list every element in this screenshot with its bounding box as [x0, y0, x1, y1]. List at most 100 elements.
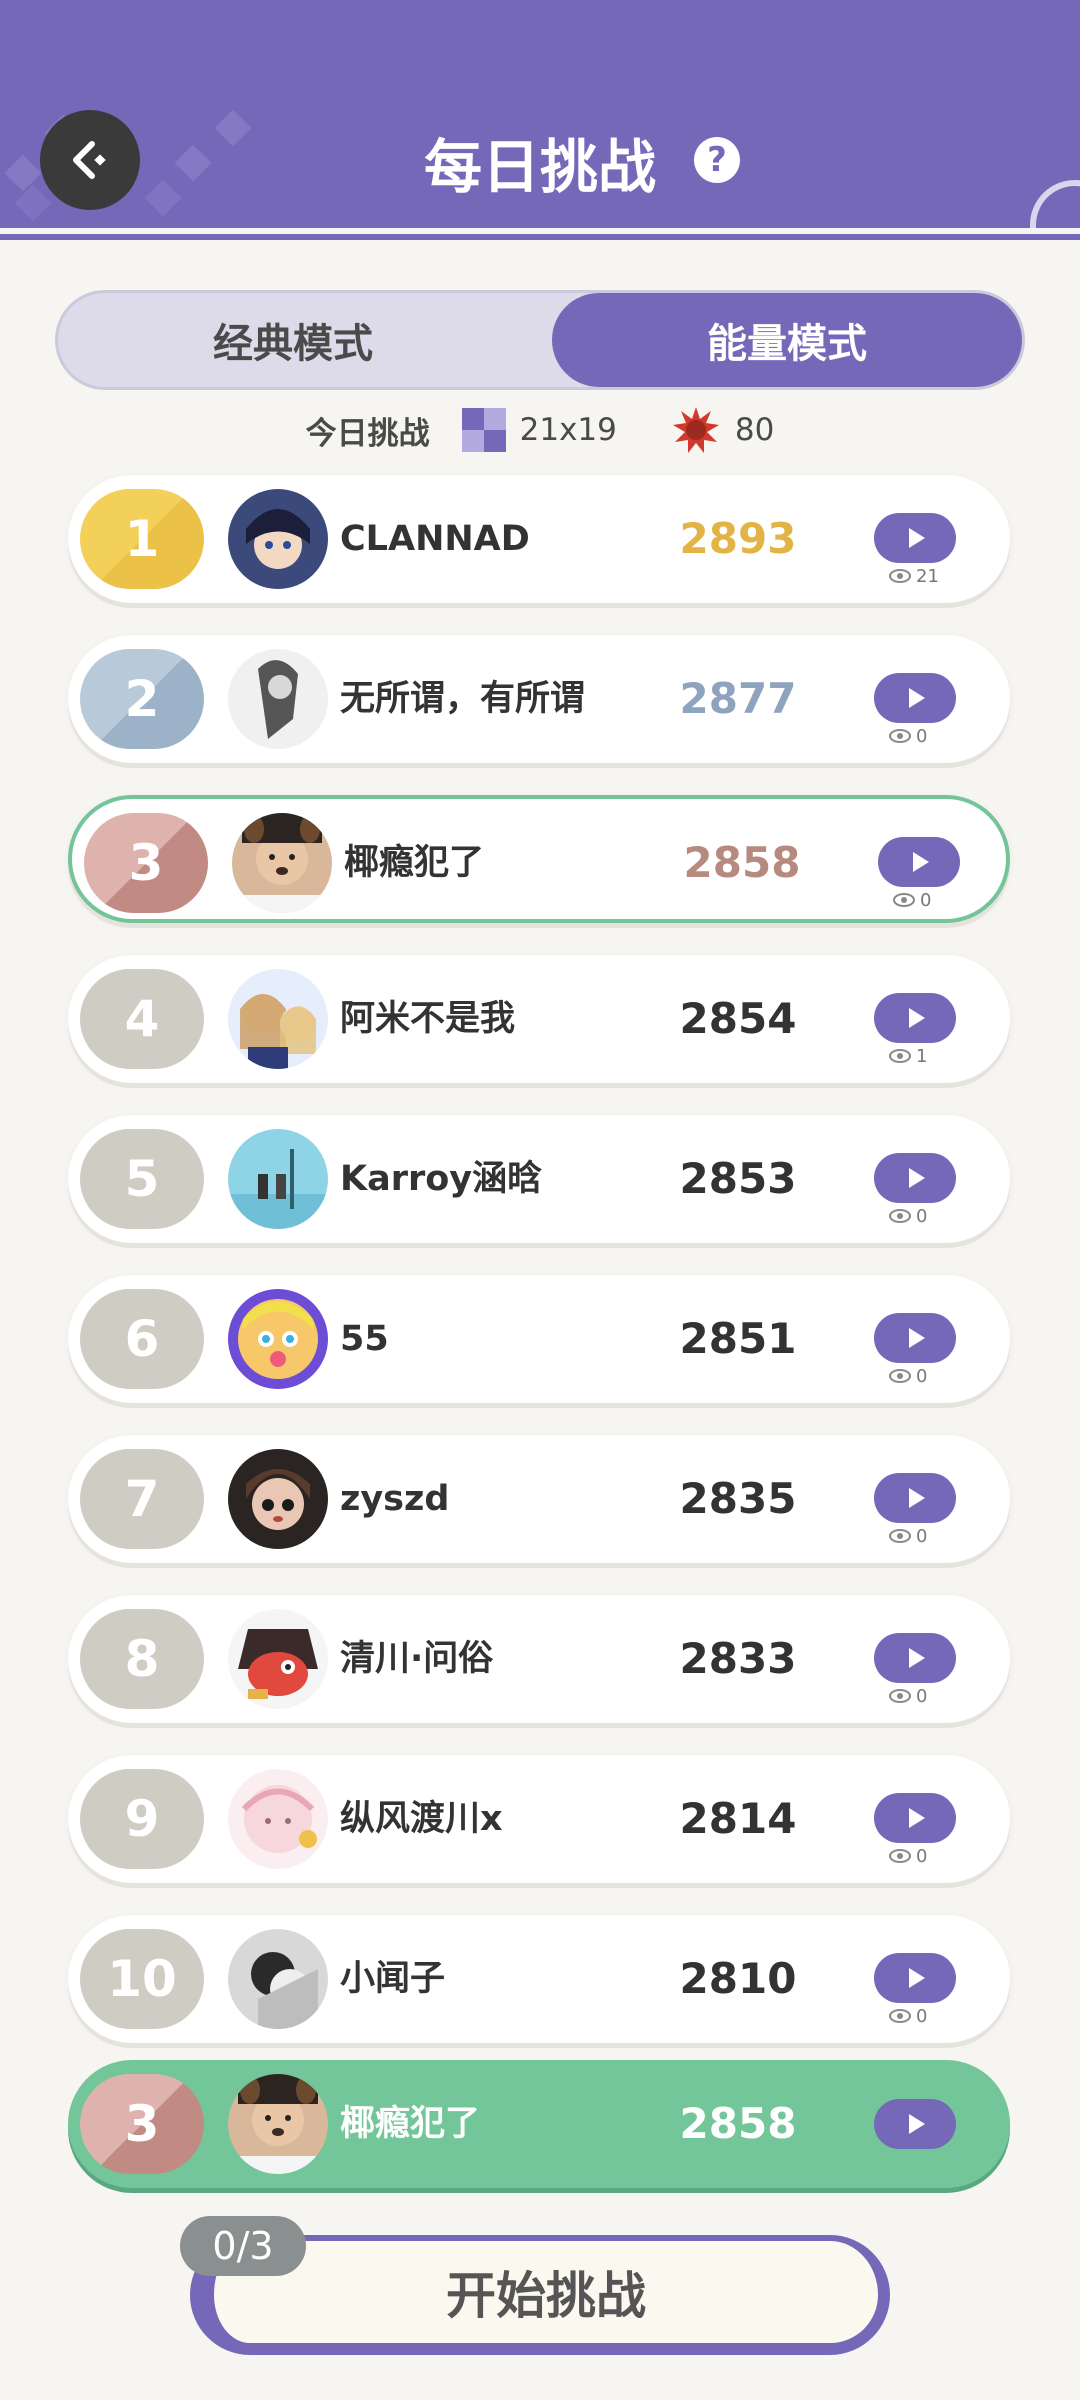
view-count: 0 — [888, 1685, 927, 1707]
player-score: 2814 — [679, 1794, 797, 1843]
view-count-value: 0 — [916, 1525, 928, 1547]
play-icon — [909, 1328, 925, 1348]
rank-badge: 3 — [84, 813, 208, 913]
eye-icon — [889, 1369, 911, 1383]
my-rank-badge: 3 — [80, 2074, 204, 2174]
play-icon — [909, 528, 925, 548]
header-divider — [0, 228, 1080, 246]
rank-badge: 7 — [80, 1449, 204, 1549]
page-title: 每日挑战 — [423, 133, 656, 201]
play-icon — [909, 1488, 925, 1508]
avatar — [228, 2074, 328, 2174]
eye-icon — [889, 729, 911, 743]
tab-energy-mode[interactable]: 能量模式 — [552, 293, 1022, 387]
avatar — [228, 1129, 328, 1229]
today-info: 今日挑战 21x19 80 — [0, 405, 1080, 455]
play-replay-button[interactable] — [874, 1153, 956, 1203]
player-name: CLANNAD — [340, 519, 530, 559]
play-replay-button[interactable] — [874, 1793, 956, 1843]
grid-size-value: 21x19 — [519, 412, 617, 448]
player-score: 2877 — [679, 674, 797, 723]
play-replay-button[interactable] — [874, 1633, 956, 1683]
player-name: 小闻子 — [340, 1959, 446, 1999]
player-name: 椰瘾犯了 — [344, 843, 485, 883]
leaderboard-row[interactable]: 10 小闻子 2810 0 — [68, 1915, 1010, 2043]
play-icon — [909, 1648, 925, 1668]
avatar — [228, 649, 328, 749]
play-replay-button[interactable] — [874, 993, 956, 1043]
player-name: 阿米不是我 — [340, 999, 516, 1039]
avatar — [228, 1769, 328, 1869]
avatar — [228, 1289, 328, 1389]
player-name: Karroy涵晗 — [340, 1159, 543, 1199]
today-label: 今日挑战 — [305, 415, 430, 452]
view-count-value: 0 — [920, 889, 932, 911]
play-icon — [909, 1968, 925, 1988]
view-count-value: 0 — [916, 1365, 928, 1387]
play-replay-button[interactable] — [874, 513, 956, 563]
leaderboard-row[interactable]: 5 Karroy涵晗 2853 0 — [68, 1115, 1010, 1243]
play-icon — [913, 852, 929, 872]
mode-toggle: 经典模式 能量模式 — [55, 290, 1025, 390]
player-score: 2833 — [679, 1634, 797, 1683]
play-icon — [909, 688, 925, 708]
player-name: 纵风渡川x — [340, 1799, 503, 1839]
help-icon[interactable]: ? — [694, 137, 740, 183]
player-score: 2858 — [683, 838, 801, 887]
rank-badge: 4 — [80, 969, 204, 1069]
play-replay-button[interactable] — [878, 837, 960, 887]
view-count-value: 0 — [916, 1685, 928, 1707]
leaderboard-row[interactable]: 3 椰瘾犯了 2858 0 — [68, 795, 1010, 923]
play-replay-button[interactable] — [874, 2099, 956, 2149]
play-icon — [909, 1008, 925, 1028]
play-icon — [909, 1168, 925, 1188]
view-count: 0 — [888, 1845, 927, 1867]
leaderboard-row[interactable]: 2 无所谓，有所谓 2877 0 — [68, 635, 1010, 763]
rank-badge: 1 — [80, 489, 204, 589]
view-count: 0 — [888, 1525, 927, 1547]
player-score: 2853 — [679, 1154, 797, 1203]
leaderboard-row[interactable]: 7 zyszd 2835 0 — [68, 1435, 1010, 1563]
player-score: 2893 — [679, 514, 797, 563]
player-name: 无所谓，有所谓 — [340, 679, 586, 719]
view-count-value: 0 — [916, 2005, 928, 2027]
rank-badge: 9 — [80, 1769, 204, 1869]
leaderboard-row[interactable]: 6 55 2851 0 — [68, 1275, 1010, 1403]
eye-icon — [889, 1049, 911, 1063]
grid-size-icon — [461, 408, 506, 452]
tab-classic-mode[interactable]: 经典模式 — [58, 293, 528, 387]
player-score: 2810 — [679, 1954, 797, 2003]
player-name: 55 — [340, 1319, 389, 1359]
my-rank-row[interactable]: 3 椰瘾犯了 2858 — [68, 2060, 1010, 2188]
player-score: 2854 — [679, 994, 797, 1043]
eye-icon — [889, 1209, 911, 1223]
leaderboard-row[interactable]: 8 清川·问俗 2833 0 — [68, 1595, 1010, 1723]
view-count: 0 — [888, 725, 927, 747]
avatar — [228, 1449, 328, 1549]
play-replay-button[interactable] — [874, 1473, 956, 1523]
leaderboard-row[interactable]: 4 阿米不是我 2854 1 — [68, 955, 1010, 1083]
view-count: 0 — [892, 889, 931, 911]
eye-icon — [893, 893, 915, 907]
leaderboard-row[interactable]: 1 CLANNAD 2893 21 — [68, 475, 1010, 603]
rank-badge: 8 — [80, 1609, 204, 1709]
leaderboard-row[interactable]: 9 纵风渡川x 2814 0 — [68, 1755, 1010, 1883]
my-player-score: 2858 — [679, 2099, 797, 2148]
view-count-value: 21 — [916, 565, 939, 587]
play-replay-button[interactable] — [874, 673, 956, 723]
player-score: 2851 — [679, 1314, 797, 1363]
eye-icon — [889, 569, 911, 583]
my-player-name: 椰瘾犯了 — [340, 2104, 481, 2144]
header: 每日挑战 ? — [0, 0, 1080, 228]
view-count: 0 — [888, 1205, 927, 1227]
eye-icon — [889, 1529, 911, 1543]
view-count: 21 — [888, 565, 939, 587]
player-score: 2835 — [679, 1474, 797, 1523]
eye-icon — [889, 2009, 911, 2023]
eye-icon — [889, 1689, 911, 1703]
energy-burst-icon — [672, 407, 719, 453]
attempts-counter: 0/3 — [180, 2216, 306, 2276]
view-count: 0 — [888, 2005, 927, 2027]
play-replay-button[interactable] — [874, 1953, 956, 2003]
play-replay-button[interactable] — [874, 1313, 956, 1363]
